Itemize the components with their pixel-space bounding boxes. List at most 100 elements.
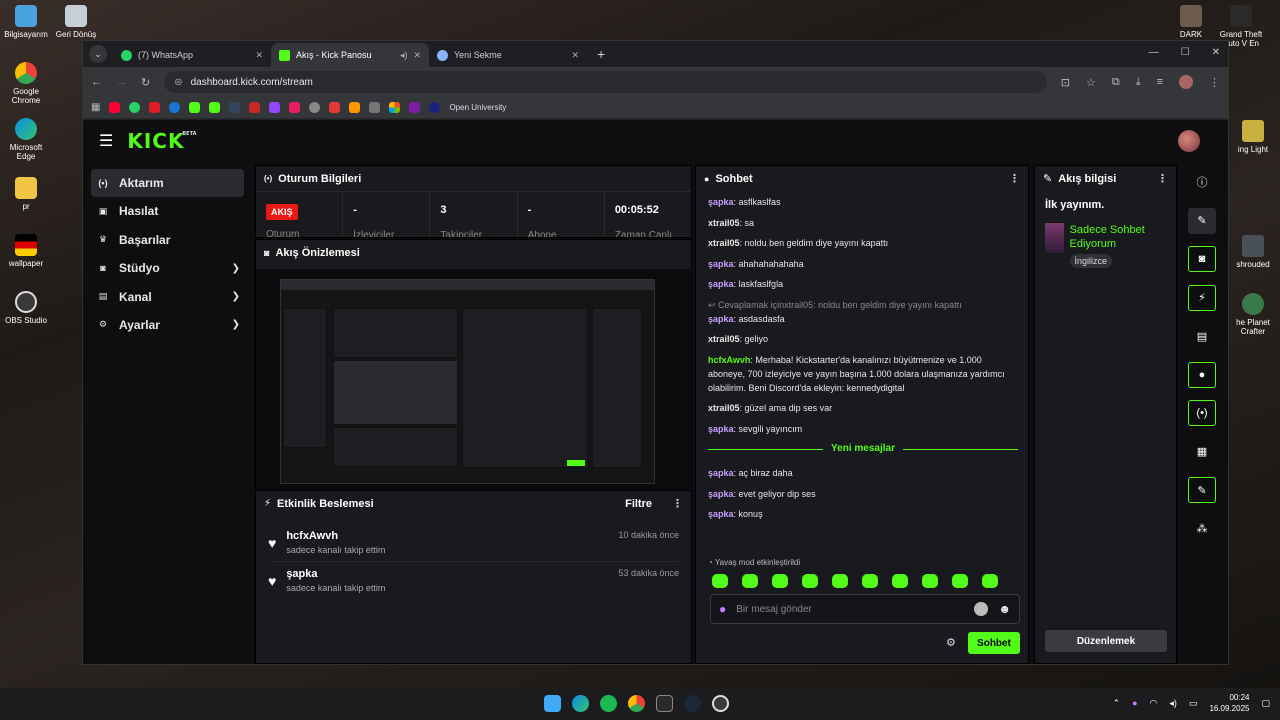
- obs-icon[interactable]: [712, 695, 729, 712]
- new-tab-button[interactable]: +: [597, 46, 605, 62]
- steam-icon[interactable]: [684, 695, 701, 712]
- emote-icon[interactable]: [862, 574, 878, 588]
- emote-icon[interactable]: [892, 574, 908, 588]
- tumblr-icon[interactable]: [229, 102, 241, 113]
- desktop-icon-folder[interactable]: pr: [0, 177, 52, 211]
- user-avatar[interactable]: [1178, 130, 1200, 152]
- notification-icon[interactable]: ▢: [1261, 698, 1270, 709]
- download-icon[interactable]: ⤓: [1136, 76, 1141, 89]
- desktop-icon-dying-light[interactable]: ing Light: [1226, 120, 1280, 154]
- close-icon[interactable]: ✕: [255, 50, 263, 61]
- stream-preview-video[interactable]: [256, 269, 693, 489]
- chevron-up-icon[interactable]: ⌃: [1113, 698, 1121, 709]
- speaker-icon[interactable]: ◂): [400, 50, 408, 61]
- tab-kick[interactable]: Akış - Kick Panosu ◂) ✕: [271, 43, 429, 67]
- url-field[interactable]: ⊜ dashboard.kick.com/stream: [164, 71, 1047, 93]
- category-thumbnail[interactable]: [1045, 223, 1064, 253]
- bookmark-star-icon[interactable]: ☆: [1086, 76, 1096, 89]
- preview-toggle-icon[interactable]: ◙: [1188, 246, 1216, 272]
- maximize-button[interactable]: ☐: [1181, 47, 1190, 58]
- desktop-icon-obs[interactable]: OBS Studio: [0, 291, 52, 325]
- emote-icon[interactable]: [712, 574, 728, 588]
- bookmark-icon[interactable]: [289, 102, 301, 113]
- lightning-icon[interactable]: ⚡: [1188, 284, 1216, 311]
- desktop-icon-chrome[interactable]: Google Chrome: [0, 62, 52, 105]
- emoji-icon[interactable]: ☻: [998, 602, 1011, 616]
- emote-icon[interactable]: [742, 574, 758, 588]
- bookmark-icon[interactable]: [349, 102, 361, 113]
- send-chat-button[interactable]: Sohbet: [968, 632, 1020, 654]
- windows-start-icon[interactable]: [544, 695, 561, 712]
- more-options-icon[interactable]: ⋮: [1157, 172, 1168, 185]
- chat-input[interactable]: [736, 603, 965, 615]
- clock[interactable]: 00:24 16.09.2025: [1209, 692, 1249, 714]
- wrench-icon[interactable]: ✎: [1188, 477, 1216, 503]
- pencil-icon[interactable]: ✎: [1188, 207, 1216, 234]
- desktop-icon-planet-crafter[interactable]: he Planet Crafter: [1226, 293, 1280, 336]
- edge-icon[interactable]: [572, 695, 589, 712]
- microphone-icon[interactable]: ●: [1132, 698, 1137, 708]
- chat-toggle-icon[interactable]: ●: [1188, 361, 1216, 388]
- epic-games-icon[interactable]: [656, 695, 673, 712]
- twitch-icon[interactable]: [269, 102, 281, 113]
- close-window-button[interactable]: ✕: [1212, 47, 1220, 58]
- notes-icon[interactable]: ▤: [1188, 323, 1216, 349]
- emote-icon[interactable]: [952, 574, 968, 588]
- desktop-icon-enshrouded[interactable]: shrouded: [1226, 235, 1280, 269]
- bookmark-icon[interactable]: [369, 102, 381, 113]
- volume-icon[interactable]: ◂): [1169, 698, 1177, 709]
- menu-icon[interactable]: ⋮: [1209, 76, 1220, 89]
- desktop-icon-wallpaper[interactable]: wallpaper: [0, 234, 52, 268]
- reload-button[interactable]: ↻: [141, 76, 150, 89]
- emote-icon[interactable]: [922, 574, 938, 588]
- extensions-icon[interactable]: ⧉: [1112, 76, 1120, 89]
- bookmark-icon[interactable]: [249, 102, 261, 113]
- bookmark-icon[interactable]: [329, 102, 341, 113]
- bookmark-icon[interactable]: [169, 102, 181, 113]
- sidebar-item-ayarlar[interactable]: ⚙ Ayarlar ❯: [91, 311, 244, 339]
- desktop-icon-computer[interactable]: Bilgisayarım: [0, 5, 52, 39]
- chat-settings-gear-icon[interactable]: ⚙: [946, 636, 956, 649]
- more-options-icon[interactable]: ⋮: [672, 497, 683, 510]
- site-info-icon[interactable]: ⊜: [174, 77, 182, 88]
- desktop-icon-recycle[interactable]: Geri Dönüş: [50, 5, 102, 39]
- sidebar-item-hasilat[interactable]: ▣ Hasılat: [91, 197, 244, 225]
- filter-button[interactable]: Filtre: [625, 498, 652, 510]
- bookmark-icon[interactable]: [309, 102, 321, 113]
- tab-new[interactable]: Yeni Sekme ✕: [429, 43, 587, 67]
- media-icon[interactable]: ≡: [1157, 76, 1163, 88]
- emote-icon[interactable]: [832, 574, 848, 588]
- bookmark-icon[interactable]: [149, 102, 161, 113]
- back-button[interactable]: ←: [91, 76, 102, 88]
- reply-reference[interactable]: ↩ Cevaplamak içinxtrail05: noldu ben gel…: [708, 298, 1018, 312]
- tab-search-button[interactable]: ⌄: [89, 45, 107, 63]
- more-options-icon[interactable]: ⋮: [1009, 172, 1020, 185]
- profile-icon[interactable]: [1179, 75, 1193, 89]
- desktop-icon-edge[interactable]: Microsoft Edge: [0, 118, 52, 161]
- info-icon[interactable]: ⓘ: [1188, 169, 1216, 195]
- bookmark-icon[interactable]: [189, 102, 201, 113]
- battery-icon[interactable]: ▭: [1189, 698, 1198, 709]
- close-icon[interactable]: ✕: [571, 50, 579, 61]
- layout-icon[interactable]: ▦: [1188, 439, 1216, 465]
- kick-icon[interactable]: [209, 102, 221, 113]
- sidebar-item-studyo[interactable]: ◙ Stüdyo ❯: [91, 254, 244, 282]
- wifi-icon[interactable]: ◠: [1150, 698, 1158, 709]
- spotify-icon[interactable]: [600, 695, 617, 712]
- sidebar-item-aktarim[interactable]: (•) Aktarım: [91, 169, 244, 197]
- chrome-icon[interactable]: [628, 695, 645, 712]
- hamburger-menu-icon[interactable]: ☰: [99, 131, 113, 151]
- translate-icon[interactable]: ⊡: [1061, 76, 1070, 89]
- close-icon[interactable]: ✕: [413, 50, 421, 61]
- emote-icon[interactable]: [982, 574, 998, 588]
- bot-icon[interactable]: [974, 602, 989, 616]
- desktop-icon-dark[interactable]: DARK: [1163, 5, 1219, 39]
- apps-icon[interactable]: ▦: [91, 102, 100, 113]
- edit-stream-info-button[interactable]: Düzenlemek: [1045, 630, 1167, 652]
- bookmark-icon[interactable]: [409, 102, 421, 113]
- microsoft-icon[interactable]: [389, 102, 401, 113]
- forward-button[interactable]: →: [116, 76, 127, 88]
- whatsapp-icon[interactable]: [129, 102, 141, 113]
- sidebar-item-kanal[interactable]: ▤ Kanal ❯: [91, 283, 244, 311]
- microphone-icon[interactable]: ●: [719, 602, 726, 616]
